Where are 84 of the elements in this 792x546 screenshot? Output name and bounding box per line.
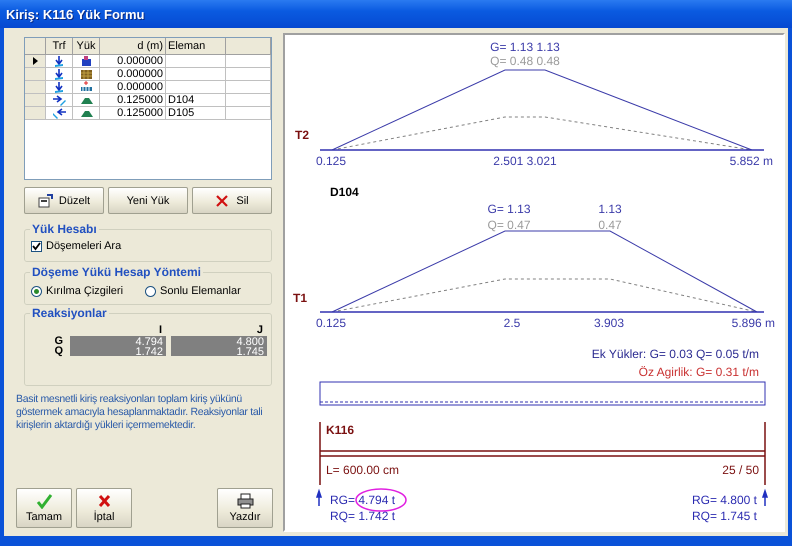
- table-cell: [166, 68, 226, 81]
- window-title: Kiriş: K116 Yük Formu: [5, 6, 144, 22]
- extra-loads-text: Ek Yükler: G= 0.03 Q= 0.05 t/m: [592, 347, 759, 361]
- position-label: 3.903: [594, 316, 624, 330]
- dead-load-value: G= 1.13 1.13: [490, 40, 560, 54]
- column-header[interactable]: Yük: [73, 38, 100, 55]
- down-arrow-icon: [52, 81, 66, 93]
- down-arrow-icon: [52, 68, 66, 80]
- table-cell: 0.000000: [100, 55, 166, 68]
- group-title: Döşeme Yükü Hesap Yöntemi: [30, 265, 203, 279]
- beam-name: K116: [326, 423, 354, 437]
- column-header[interactable]: Eleman: [166, 38, 226, 55]
- checkmark-icon: [36, 493, 52, 509]
- live-load-value: Q= 0.47: [487, 218, 531, 232]
- line-load-icon: [80, 81, 92, 93]
- column-header: [226, 38, 271, 55]
- table-cell: [226, 81, 271, 94]
- live-load-value: 0.47: [598, 218, 622, 232]
- reaction-value: 1.742: [134, 347, 163, 357]
- column-header: I: [158, 324, 163, 336]
- position-label: 0.125: [316, 316, 346, 330]
- table-cell: 0.125000: [100, 94, 166, 107]
- position-label: 5.852 m: [730, 154, 773, 168]
- position-label: 2.501 3.021: [493, 154, 557, 168]
- table-cell: [226, 68, 271, 81]
- table-cell: D104: [166, 94, 226, 107]
- table-cell: [226, 55, 271, 68]
- position-label: 5.896 m: [732, 316, 775, 330]
- beam-section: 25 / 50: [722, 463, 759, 477]
- column-header[interactable]: d (m): [100, 38, 166, 55]
- edit-icon: [38, 194, 53, 208]
- right-arrow-icon: [52, 94, 66, 106]
- new-load-button[interactable]: Yeni Yük: [108, 187, 188, 214]
- reaction-label: RQ= 1.742 t: [330, 509, 396, 523]
- table-cell: [226, 107, 271, 120]
- cancel-button[interactable]: İptal: [76, 488, 132, 528]
- print-button[interactable]: Yazdır: [217, 488, 273, 528]
- edit-button[interactable]: Düzelt: [24, 187, 104, 214]
- reaction-value: 1.745: [235, 347, 264, 357]
- column-header: J: [256, 324, 264, 336]
- load-tag: T2: [295, 128, 310, 142]
- left-arrow-icon: [52, 107, 66, 119]
- row-label: G: [53, 336, 63, 346]
- info-text: Basit mesnetli kiriş reaksiyonları toplam kiriş yükünü göstermek amacıyla hesaplanmaktadır. Reaksiyonlar tali kirişlerin aktardığı yükleri içermemektedir.: [16, 393, 264, 432]
- column-header: [25, 38, 46, 55]
- table-cell: [166, 55, 226, 68]
- table-cell: 0.000000: [100, 81, 166, 94]
- table-cell: D105: [166, 107, 226, 120]
- support-arrow-icon: [762, 488, 768, 507]
- down-arrow-icon: [52, 55, 66, 67]
- highlight-ellipse: [355, 488, 407, 512]
- reaction-value: 4.794: [134, 337, 163, 347]
- table-cell: 0.125000: [100, 107, 166, 120]
- table-cell: [166, 81, 226, 94]
- method-radio[interactable]: Sonlu Elemanlar: [145, 285, 241, 297]
- reaction-value: 4.800: [235, 337, 264, 347]
- group-title: Yük Hesabı: [30, 222, 99, 236]
- load-tag: T1: [293, 291, 308, 305]
- delete-icon: [215, 194, 230, 208]
- dead-load-value: 1.13: [598, 202, 622, 216]
- position-label: 2.5: [504, 316, 520, 330]
- box-load-icon: [80, 55, 92, 67]
- support-arrow-icon: [316, 488, 322, 507]
- live-load-value: Q= 0.48 0.48: [490, 54, 560, 68]
- row-label: Q: [53, 346, 63, 356]
- dead-load-value: G= 1.13: [487, 202, 531, 216]
- table-cell: [226, 94, 271, 107]
- reaction-label: RQ= 1.745 t: [692, 509, 757, 523]
- row-indicator[interactable]: [25, 55, 46, 68]
- element-label: D104: [330, 185, 359, 199]
- group-title: Reaksiyonlar: [30, 306, 109, 320]
- checkmark-icon: [32, 242, 41, 250]
- ok-button[interactable]: Tamam: [16, 488, 72, 528]
- delete-button[interactable]: Sil: [192, 187, 272, 214]
- beam-length: L= 600.00 cm: [326, 463, 400, 477]
- area-load-icon: [80, 68, 92, 80]
- reaction-label: RG= 4.794 t: [330, 493, 396, 507]
- position-label: 0.125: [316, 154, 346, 168]
- reaction-label: RG= 4.800 t: [692, 493, 757, 507]
- printer-icon: [236, 493, 254, 509]
- method-radio[interactable]: Kırılma Çizgileri: [31, 285, 124, 297]
- table-cell: 0.000000: [100, 68, 166, 81]
- self-weight-text: Öz Agirlik: G= 0.31 t/m: [638, 365, 759, 379]
- column-header[interactable]: Trf: [46, 38, 73, 55]
